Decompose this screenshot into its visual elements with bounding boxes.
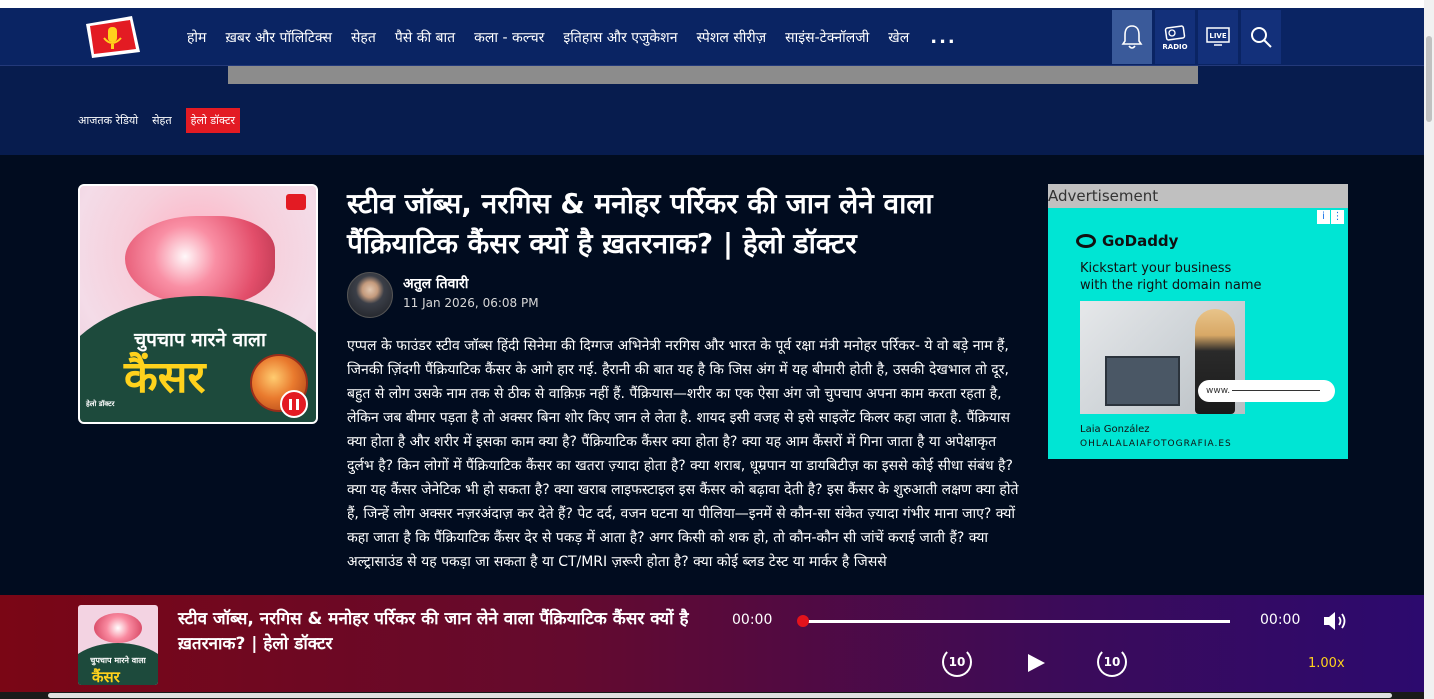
total-time: 00:00 (1260, 612, 1301, 628)
forward-10-button[interactable]: 10 (1097, 647, 1127, 677)
main-menu: होम ख़बर और पॉलिटिक्स सेहत पैसे की बात क… (187, 8, 957, 66)
aajtak-radio-logo[interactable] (82, 14, 142, 58)
breadcrumb-item-hello-doctor[interactable]: हेलो डॉक्टर (185, 108, 241, 133)
ad-credit-name: Laia González (1080, 424, 1150, 435)
author-avatar[interactable] (347, 272, 393, 318)
pause-icon (289, 398, 292, 410)
volume-icon (1324, 612, 1346, 630)
ad-domain-field: www. (1198, 380, 1335, 402)
player-thumb-text: चुपचाप मारने वाला (90, 656, 146, 665)
publish-date: 11 Jan 2026, 06:08 PM (403, 296, 539, 310)
playback-speed-button[interactable]: 1.00x (1308, 656, 1345, 671)
ad-brand: GoDaddy (1076, 232, 1178, 250)
browser-top-strip (0, 0, 1424, 8)
cover-headline-big: कैंसर (124, 352, 206, 403)
volume-button[interactable] (1322, 609, 1350, 633)
breadcrumb: आजतक रेडियो सेहत हेलो डॉक्टर (78, 108, 241, 133)
cover-badge (286, 194, 306, 210)
notification-bell-button[interactable] (1112, 10, 1152, 64)
vertical-scrollbar[interactable] (1424, 0, 1434, 699)
more-options-icon[interactable]: ⋮ (1331, 210, 1344, 224)
radio-icon (1164, 24, 1186, 41)
nav-item-news-politics[interactable]: ख़बर और पॉलिटिक्स (225, 28, 332, 47)
search-icon (1251, 27, 1272, 48)
hello-doctor-mini-logo: हेलो डॉक्टर (86, 400, 115, 408)
current-time: 00:00 (732, 612, 773, 628)
breadcrumb-item-health[interactable]: सेहत (152, 113, 172, 128)
cover-pause-button[interactable] (280, 390, 308, 418)
nav-item-science-tech[interactable]: साइंस-टेक्नॉलजी (785, 28, 869, 47)
player-title: स्टीव जॉब्स, नरगिस & मनोहर पर्रिकर की जा… (178, 609, 689, 654)
nav-item-history-education[interactable]: इतिहास और एजुकेशन (563, 28, 677, 47)
godaddy-logo-icon (1076, 234, 1096, 248)
radio-label: RADIO (1162, 42, 1188, 51)
info-icon[interactable]: i (1317, 210, 1330, 224)
ad-choices[interactable]: i ⋮ (1316, 210, 1344, 224)
breadcrumb-item-aajtak-radio[interactable]: आजतक रेडियो (78, 113, 138, 128)
article-title: स्टीव जॉब्स, नरगिस & मनोहर पर्रिकर की जा… (347, 187, 933, 260)
audio-player: चुपचाप मारने वाला कैंसर स्टीव जॉब्स, नरग… (0, 595, 1424, 692)
ad-brand-name: GoDaddy (1102, 232, 1179, 250)
live-icon-text: LIVE (1209, 32, 1226, 40)
nav-item-special-series[interactable]: स्पेशल सीरीज़ (696, 28, 766, 47)
player-thumbnail: चुपचाप मारने वाला कैंसर (78, 605, 158, 685)
ad-copy: Kickstart your business with the right d… (1080, 260, 1262, 294)
search-button[interactable] (1241, 10, 1281, 64)
advertisement[interactable]: Advertisement i ⋮ GoDaddy Kickstart your… (1048, 184, 1348, 459)
rewind-10-button[interactable]: 10 (942, 647, 972, 677)
nav-item-sports[interactable]: खेल (888, 28, 909, 47)
horizontal-scrollbar[interactable] (0, 692, 1424, 699)
nav-item-art-culture[interactable]: कला - कल्चर (474, 28, 544, 47)
nav-item-home[interactable]: होम (187, 28, 206, 47)
top-ad-placeholder (228, 66, 1198, 84)
live-button[interactable]: LIVE (1198, 10, 1238, 64)
podcast-cover-art: चुपचाप मारने वाला कैंसर हेलो डॉक्टर (78, 184, 318, 424)
top-navigation: होम ख़बर और पॉलिटिक्स सेहत पैसे की बात क… (0, 8, 1424, 66)
radio-button[interactable]: RADIO (1155, 10, 1195, 64)
player-thumb-text-big: कैंसर (92, 668, 120, 685)
article-body: एप्पल के फाउंडर स्टीव जॉब्स हिंदी सिनेमा… (347, 338, 1019, 570)
ad-copy-line-2: with the right domain name (1080, 278, 1262, 293)
nav-item-money[interactable]: पैसे की बात (395, 28, 455, 47)
ad-field-text: www. (1206, 386, 1231, 396)
author-name[interactable]: अतुल तिवारी (403, 274, 468, 293)
nav-item-health[interactable]: सेहत (351, 28, 376, 47)
progress-bar[interactable] (797, 615, 1230, 627)
play-button[interactable] (1028, 654, 1045, 672)
ad-label: Advertisement (1048, 184, 1348, 208)
bell-icon (1121, 25, 1143, 49)
live-tv-icon: LIVE (1206, 27, 1230, 46)
ad-copy-line-1: Kickstart your business (1080, 261, 1232, 276)
more-menu-button[interactable]: ... (930, 27, 957, 48)
header-actions: RADIO LIVE (1112, 10, 1284, 64)
cover-headline: चुपचाप मारने वाला (134, 329, 266, 351)
ad-credit-site: OHLALALAIAFOTOGRAFIA.ES (1080, 439, 1232, 449)
progress-handle[interactable] (797, 615, 809, 627)
